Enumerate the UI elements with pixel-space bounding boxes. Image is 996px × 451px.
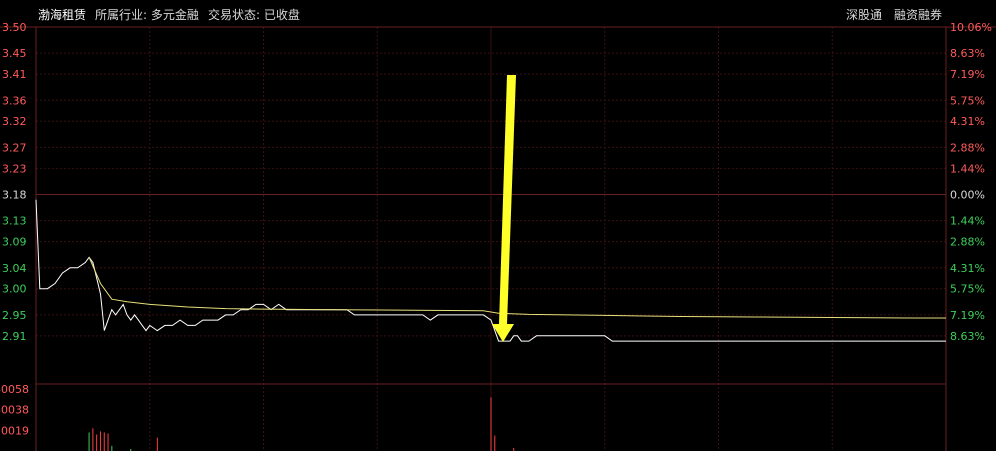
percent-tick-label: 10.06% [950,21,992,34]
price-tick-label: 3.00 [2,283,27,296]
percent-tick-label: 2.88% [950,141,985,154]
percent-tick-label: 4.31% [950,115,985,128]
industry-label: 所属行业: 多元金融 [95,7,199,22]
percent-tick-label: 7.19% [950,68,985,81]
price-tick-label: 3.45 [2,47,27,60]
volume-tick-label: 20019 [0,424,29,437]
stock-name[interactable]: 渤海租赁 [38,7,86,22]
price-tick-label: 3.18 [2,189,27,202]
price-tick-label: 3.04 [2,262,27,275]
percent-tick-label: 5.75% [950,283,985,296]
volume-tick-label: 40038 [0,404,29,417]
volume-tick-label: 60058 [0,383,29,396]
price-tick-label: 3.13 [2,215,27,228]
volume-axis: 60058 40038 20019 [0,383,29,437]
price-tick-label: 2.91 [2,330,27,343]
margin-trading-link[interactable]: 融资融券 [894,7,942,22]
percent-tick-label: 2.88% [950,236,985,249]
percent-tick-label: 5.75% [950,94,985,107]
price-tick-label: 2.95 [2,309,27,322]
price-tick-label: 3.23 [2,162,27,175]
shenzhen-connect-link[interactable]: 深股通 [846,8,882,22]
percent-tick-label: 1.44% [950,215,985,228]
percent-tick-label: 7.19% [950,309,985,322]
price-tick-label: 3.09 [2,236,27,249]
percent-tick-label: 0.00% [950,189,985,202]
price-tick-label: 3.27 [2,141,27,154]
trade-status-label: 交易状态: 已收盘 [208,7,300,22]
price-tick-label: 3.36 [2,94,27,107]
price-tick-label: 3.50 [2,21,27,34]
price-tick-label: 3.32 [2,115,27,128]
percent-tick-label: 8.63% [950,47,985,60]
intraday-chart: 渤海租赁 所属行业: 多元金融 交易状态: 已收盘 深股通 融资融券 3.50 3… [0,0,996,451]
percent-tick-label: 8.63% [950,330,985,343]
percent-tick-label: 1.44% [950,162,985,175]
price-tick-label: 3.41 [2,68,27,81]
percent-tick-label: 4.31% [950,262,985,275]
